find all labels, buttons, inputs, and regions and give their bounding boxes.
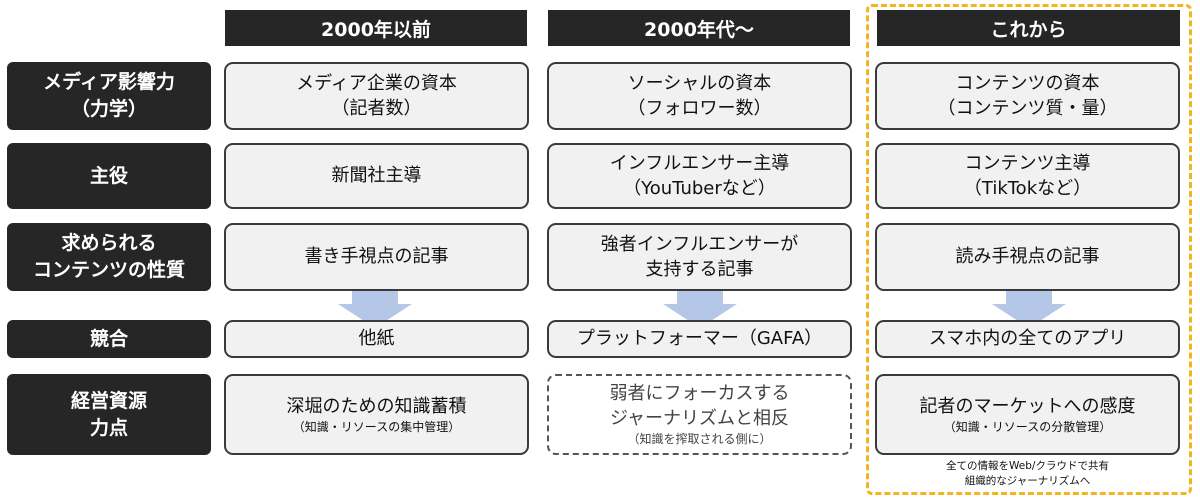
cell-line: 記者のマーケットへの感度 <box>919 395 1136 417</box>
cell-media-power-future: コンテンツの資本 （コンテンツ質・量） <box>875 62 1180 130</box>
cell-content-nature-2000s: 強者インフルエンサーが 支持する記事 <box>547 223 852 291</box>
row-header-content-nature: 求められる コンテンツの性質 <box>7 223 211 291</box>
row-header-line: 経営資源 <box>70 389 147 412</box>
cell-line: 深堀のための知識蓄積 <box>286 395 467 417</box>
cell-line: （記者数） <box>331 98 422 119</box>
cell-resources-2000s: 弱者にフォーカスする ジャーナリズムと相反 （知識を搾取される側に） <box>547 374 852 455</box>
row-header-protagonist: 主役 <box>7 143 211 209</box>
footnote-line: 組織的なジャーナリズムへ <box>964 475 1091 488</box>
cell-protagonist-2000s: インフルエンサー主導 （YouTuberなど） <box>547 143 852 209</box>
cell-line: 新聞社主導 <box>331 165 422 187</box>
row-header-line: コンテンツの性質 <box>32 259 185 281</box>
cell-competition-future: スマホ内の全てのアプリ <box>875 320 1180 358</box>
cell-line: プラットフォーマー（GAFA） <box>576 328 823 350</box>
cell-subnote: （知識・リソースの分散管理） <box>943 419 1112 434</box>
row-header-line: 主役 <box>89 164 128 187</box>
cell-line: （フォロワー数） <box>627 98 772 119</box>
cell-line: スマホ内の全てのアプリ <box>928 328 1127 350</box>
cell-subnote: （知識を搾取される側に） <box>627 432 772 447</box>
row-header-line: 競合 <box>89 327 128 350</box>
row-header-resources: 経営資源 力点 <box>7 374 211 455</box>
cell-content-nature-future: 読み手視点の記事 <box>875 223 1180 291</box>
row-header-competition: 競合 <box>7 320 211 358</box>
cell-media-power-2000s: ソーシャルの資本 （フォロワー数） <box>547 62 852 130</box>
cell-line: 読み手視点の記事 <box>955 246 1100 268</box>
cell-line: 支持する記事 <box>645 259 754 280</box>
cell-protagonist-pre-2000: 新聞社主導 <box>224 143 529 209</box>
column-header-pre-2000: 2000年以前 <box>225 10 527 46</box>
cell-line: インフルエンサー主導 <box>609 152 790 174</box>
column-header-2000s: 2000年代～ <box>548 10 850 46</box>
cell-media-power-pre-2000: メディア企業の資本 （記者数） <box>224 62 529 130</box>
cell-line: 弱者にフォーカスする <box>609 382 790 404</box>
footnote-line: 全ての情報をWeb/クラウドで共有 <box>946 460 1109 472</box>
row-header-media-power: メディア影響力 （力学） <box>7 62 211 130</box>
cell-line: 他紙 <box>358 328 395 350</box>
future-footnote: 全ての情報をWeb/クラウドで共有 組織的なジャーナリズムへ <box>875 459 1180 489</box>
cell-resources-pre-2000: 深堀のための知識蓄積 （知識・リソースの集中管理） <box>224 374 529 455</box>
cell-line: コンテンツの資本 <box>955 72 1100 94</box>
cell-content-nature-pre-2000: 書き手視点の記事 <box>224 223 529 291</box>
cell-line: 強者インフルエンサーが <box>600 233 799 255</box>
row-header-line: （力学） <box>70 98 147 120</box>
cell-competition-2000s: プラットフォーマー（GAFA） <box>547 320 852 358</box>
cell-line: （コンテンツ質・量） <box>937 98 1118 119</box>
cell-line: ジャーナリズムと相反 <box>609 408 790 430</box>
cell-resources-future: 記者のマーケットへの感度 （知識・リソースの分散管理） <box>875 374 1180 455</box>
cell-line: ソーシャルの資本 <box>627 72 772 94</box>
cell-protagonist-future: コンテンツ主導 （TikTokなど） <box>875 143 1180 209</box>
column-header-future: これから <box>877 10 1180 46</box>
row-header-line: メディア影響力 <box>43 71 175 94</box>
row-header-line: 力点 <box>89 416 128 439</box>
cell-line: コンテンツ主導 <box>964 152 1091 174</box>
cell-competition-pre-2000: 他紙 <box>224 320 529 358</box>
cell-subnote: （知識・リソースの集中管理） <box>292 419 461 434</box>
cell-line: （TikTokなど） <box>963 178 1092 199</box>
cell-line: メディア企業の資本 <box>296 72 457 94</box>
cell-line: （YouTuberなど） <box>623 178 776 199</box>
row-header-line: 求められる <box>61 232 157 255</box>
cell-line: 書き手視点の記事 <box>304 246 449 268</box>
